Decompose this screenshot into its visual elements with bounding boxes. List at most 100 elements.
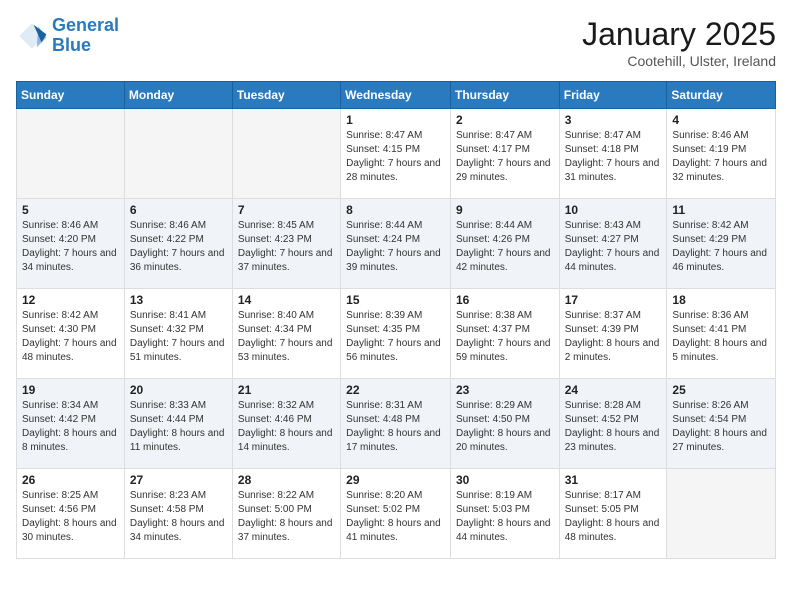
day-number: 28 <box>238 473 335 487</box>
day-info: Sunrise: 8:47 AMSunset: 4:18 PMDaylight:… <box>565 129 662 185</box>
header-saturday: Saturday <box>667 82 776 109</box>
calendar-cell: 11 Sunrise: 8:42 AMSunset: 4:29 PMDayligh… <box>667 199 776 289</box>
calendar-cell <box>124 109 232 199</box>
day-number: 12 <box>22 293 119 307</box>
day-info: Sunrise: 8:42 AMSunset: 4:30 PMDaylight:… <box>22 309 119 365</box>
day-number: 11 <box>672 203 770 217</box>
calendar-subtitle: Cootehill, Ulster, Ireland <box>582 53 776 69</box>
page-header: General Blue January 2025 Cootehill, Uls… <box>16 16 776 69</box>
day-number: 20 <box>130 383 227 397</box>
calendar-cell: 4Sunrise: 8:46 AMSunset: 4:19 PMDaylight… <box>667 109 776 199</box>
title-block: January 2025 Cootehill, Ulster, Ireland <box>582 16 776 69</box>
calendar-cell: 26Sunrise: 8:25 AMSunset: 4:56 PMDayligh… <box>17 469 125 559</box>
day-info: Sunrise: 8:43 AMSunset: 4:27 PMDaylight:… <box>565 219 662 275</box>
day-number: 6 <box>130 203 227 217</box>
calendar-week-row: 1 Sunrise: 8:47 AMSunset: 4:15 PMDaylight… <box>17 109 776 199</box>
calendar-cell: 16Sunrise: 8:38 AMSunset: 4:37 PMDayligh… <box>450 289 559 379</box>
header-tuesday: Tuesday <box>232 82 340 109</box>
day-info: Sunrise: 8:22 AMSunset: 5:00 PMDaylight:… <box>238 489 335 545</box>
calendar-cell: 28 Sunrise: 8:22 AMSunset: 5:00 PMDayligh… <box>232 469 340 559</box>
calendar-cell: 5 Sunrise: 8:46 AMSunset: 4:20 PMDaylight… <box>17 199 125 289</box>
day-info: Sunrise: 8:46 AMSunset: 4:22 PMDaylight:… <box>130 219 227 275</box>
day-number: 25 <box>672 383 770 397</box>
day-info: Sunrise: 8:46 AMSunset: 4:19 PMDaylight:… <box>672 129 770 185</box>
calendar-cell: 1 Sunrise: 8:47 AMSunset: 4:15 PMDaylight… <box>341 109 451 199</box>
day-info: Sunrise: 8:29 AMSunset: 4:50 PMDaylight:… <box>456 399 554 455</box>
day-number: 7 <box>238 203 335 217</box>
header-monday: Monday <box>124 82 232 109</box>
day-info: Sunrise: 8:33 AMSunset: 4:44 PMDaylight:… <box>130 399 227 455</box>
calendar-cell: 6 Sunrise: 8:46 AMSunset: 4:22 PMDaylight… <box>124 199 232 289</box>
calendar-cell: 2 Sunrise: 8:47 AMSunset: 4:17 PMDaylight… <box>450 109 559 199</box>
calendar-cell: 20 Sunrise: 8:33 AMSunset: 4:44 PMDayligh… <box>124 379 232 469</box>
header-sunday: Sunday <box>17 82 125 109</box>
day-number: 29 <box>346 473 445 487</box>
day-number: 18 <box>672 293 770 307</box>
day-number: 23 <box>456 383 554 397</box>
calendar-cell: 18 Sunrise: 8:36 AMSunset: 4:41 PMDayligh… <box>667 289 776 379</box>
calendar-title: January 2025 <box>582 16 776 53</box>
day-info: Sunrise: 8:42 AMSunset: 4:29 PMDaylight:… <box>672 219 770 275</box>
day-info: Sunrise: 8:39 AMSunset: 4:35 PMDaylight:… <box>346 309 445 365</box>
day-info: Sunrise: 8:31 AMSunset: 4:48 PMDaylight:… <box>346 399 445 455</box>
day-info: Sunrise: 8:36 AMSunset: 4:41 PMDaylight:… <box>672 309 770 365</box>
day-info: Sunrise: 8:47 AMSunset: 4:15 PMDaylight:… <box>346 129 445 185</box>
day-info: Sunrise: 8:38 AMSunset: 4:37 PMDaylight:… <box>456 309 554 365</box>
day-info: Sunrise: 8:20 AMSunset: 5:02 PMDaylight:… <box>346 489 445 545</box>
day-number: 17 <box>565 293 662 307</box>
day-number: 21 <box>238 383 335 397</box>
calendar-week-row: 12 Sunrise: 8:42 AMSunset: 4:30 PMDayligh… <box>17 289 776 379</box>
header-friday: Friday <box>559 82 667 109</box>
day-info: Sunrise: 8:47 AMSunset: 4:17 PMDaylight:… <box>456 129 554 185</box>
calendar-cell: 19 Sunrise: 8:34 AMSunset: 4:42 PMDayligh… <box>17 379 125 469</box>
day-number: 8 <box>346 203 445 217</box>
calendar-cell: 9 Sunrise: 8:44 AMSunset: 4:26 PMDaylight… <box>450 199 559 289</box>
day-info: Sunrise: 8:23 AMSunset: 4:58 PMDaylight:… <box>130 489 227 545</box>
calendar-cell: 14Sunrise: 8:40 AMSunset: 4:34 PMDayligh… <box>232 289 340 379</box>
calendar-cell: 27Sunrise: 8:23 AMSunset: 4:58 PMDayligh… <box>124 469 232 559</box>
logo-icon <box>16 20 48 52</box>
calendar-cell: 21Sunrise: 8:32 AMSunset: 4:46 PMDayligh… <box>232 379 340 469</box>
day-number: 13 <box>130 293 227 307</box>
calendar-cell: 10 Sunrise: 8:43 AMSunset: 4:27 PMDayligh… <box>559 199 667 289</box>
calendar-cell <box>17 109 125 199</box>
header-thursday: Thursday <box>450 82 559 109</box>
day-info: Sunrise: 8:37 AMSunset: 4:39 PMDaylight:… <box>565 309 662 365</box>
day-number: 19 <box>22 383 119 397</box>
day-info: Sunrise: 8:41 AMSunset: 4:32 PMDaylight:… <box>130 309 227 365</box>
day-info: Sunrise: 8:44 AMSunset: 4:26 PMDaylight:… <box>456 219 554 275</box>
day-number: 1 <box>346 113 445 127</box>
day-number: 9 <box>456 203 554 217</box>
calendar-cell: 31Sunrise: 8:17 AMSunset: 5:05 PMDayligh… <box>559 469 667 559</box>
calendar-table: SundayMondayTuesdayWednesdayThursdayFrid… <box>16 81 776 559</box>
calendar-cell: 13 Sunrise: 8:41 AMSunset: 4:32 PMDayligh… <box>124 289 232 379</box>
day-number: 5 <box>22 203 119 217</box>
day-number: 2 <box>456 113 554 127</box>
calendar-cell: 7 Sunrise: 8:45 AMSunset: 4:23 PMDaylight… <box>232 199 340 289</box>
calendar-cell: 17 Sunrise: 8:37 AMSunset: 4:39 PMDayligh… <box>559 289 667 379</box>
day-info: Sunrise: 8:28 AMSunset: 4:52 PMDaylight:… <box>565 399 662 455</box>
day-number: 30 <box>456 473 554 487</box>
day-info: Sunrise: 8:46 AMSunset: 4:20 PMDaylight:… <box>22 219 119 275</box>
day-number: 24 <box>565 383 662 397</box>
calendar-cell: 23 Sunrise: 8:29 AMSunset: 4:50 PMDayligh… <box>450 379 559 469</box>
day-number: 10 <box>565 203 662 217</box>
calendar-cell <box>232 109 340 199</box>
day-info: Sunrise: 8:45 AMSunset: 4:23 PMDaylight:… <box>238 219 335 275</box>
calendar-week-row: 19 Sunrise: 8:34 AMSunset: 4:42 PMDayligh… <box>17 379 776 469</box>
logo-text: General Blue <box>52 16 119 56</box>
day-info: Sunrise: 8:44 AMSunset: 4:24 PMDaylight:… <box>346 219 445 275</box>
calendar-cell: 8 Sunrise: 8:44 AMSunset: 4:24 PMDaylight… <box>341 199 451 289</box>
day-number: 22 <box>346 383 445 397</box>
day-number: 15 <box>346 293 445 307</box>
calendar-header-row: SundayMondayTuesdayWednesdayThursdayFrid… <box>17 82 776 109</box>
day-info: Sunrise: 8:34 AMSunset: 4:42 PMDaylight:… <box>22 399 119 455</box>
day-number: 3 <box>565 113 662 127</box>
day-info: Sunrise: 8:17 AMSunset: 5:05 PMDaylight:… <box>565 489 662 545</box>
day-info: Sunrise: 8:26 AMSunset: 4:54 PMDaylight:… <box>672 399 770 455</box>
calendar-cell: 25 Sunrise: 8:26 AMSunset: 4:54 PMDayligh… <box>667 379 776 469</box>
calendar-cell: 3 Sunrise: 8:47 AMSunset: 4:18 PMDaylight… <box>559 109 667 199</box>
calendar-cell: 30Sunrise: 8:19 AMSunset: 5:03 PMDayligh… <box>450 469 559 559</box>
calendar-cell <box>667 469 776 559</box>
calendar-week-row: 26Sunrise: 8:25 AMSunset: 4:56 PMDayligh… <box>17 469 776 559</box>
